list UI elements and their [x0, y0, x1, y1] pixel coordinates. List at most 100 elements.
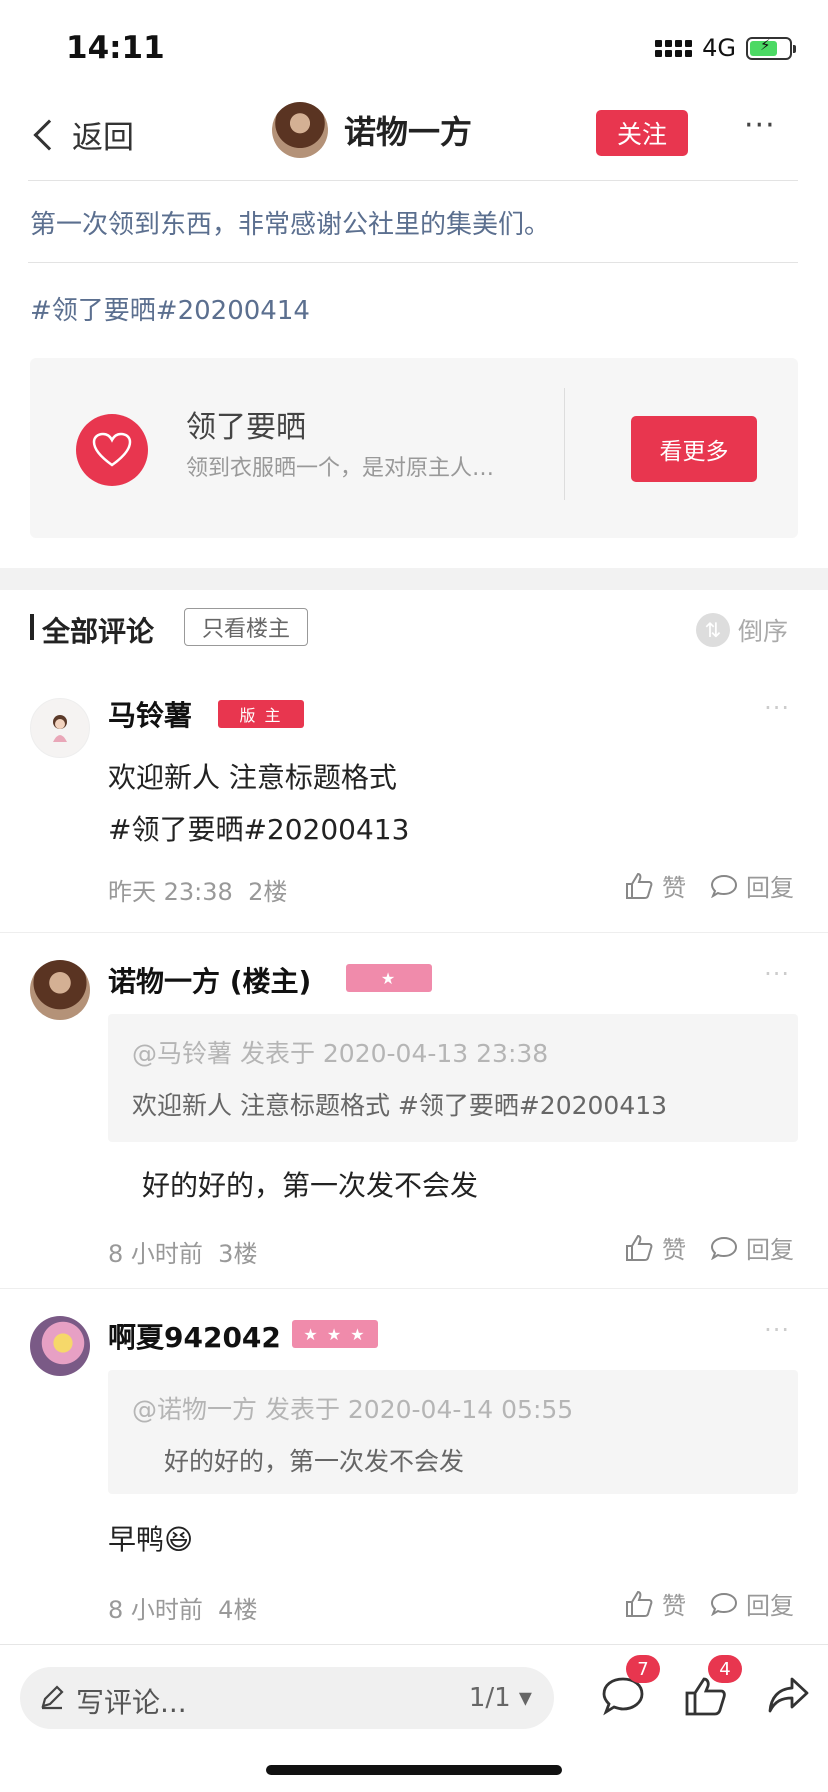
chevron-left-icon [33, 118, 65, 151]
avatar[interactable] [30, 960, 90, 1020]
battery-icon: ⚡ [746, 36, 796, 60]
comment-item: 啊夏942042 ★ ★ ★ ··· @诺物一方 发表于 2020-04-14 … [0, 1312, 828, 1632]
reply-button[interactable]: 回复 [710, 1230, 794, 1265]
bottom-bar: 写评论... 1/1 ▾ 7 4 [0, 1644, 828, 1792]
write-comment-placeholder: 写评论... [76, 1686, 187, 1719]
comment-time: 8 小时前 [108, 1596, 203, 1624]
author-avatar[interactable] [272, 102, 328, 158]
comment-bubble-icon [710, 1236, 738, 1260]
comment-floor: 4楼 [218, 1596, 258, 1624]
quoted-comment[interactable]: @诺物一方 发表于 2020-04-14 05:55 好的好的，第一次发不会发 [108, 1370, 798, 1494]
quote-text: 好的好的，第一次发不会发 [164, 1447, 465, 1476]
share-button[interactable] [766, 1675, 810, 1719]
quote-meta: @诺物一方 发表于 2020-04-14 05:55 [132, 1395, 574, 1424]
thumbs-up-icon [626, 1590, 653, 1617]
status-time: 14:11 [66, 30, 165, 66]
reply-label: 回复 [746, 1236, 794, 1264]
more-options-icon[interactable]: ··· [744, 108, 776, 143]
like-button[interactable]: 赞 [624, 868, 686, 903]
quoted-comment[interactable]: @马铃薯 发表于 2020-04-13 23:38 欢迎新人 注意标题格式 #领… [108, 1014, 798, 1142]
comment-line: 欢迎新人 注意标题格式 [108, 761, 397, 794]
comment-bubble-icon [710, 874, 738, 898]
comments-button[interactable]: 7 [600, 1655, 660, 1721]
sort-button[interactable]: ⇅ 倒序 [696, 612, 788, 648]
post-tag-link[interactable]: #领了要晒#20200414 [30, 290, 310, 327]
comment-floor: 2楼 [248, 878, 288, 906]
more-options-icon[interactable]: ··· [764, 694, 790, 722]
avatar[interactable] [30, 698, 90, 758]
topic-card[interactable]: 领了要晒 领到衣服晒一个，是对原主人… 看更多 [30, 358, 798, 538]
comment-bubble-icon [710, 1592, 738, 1616]
comments-title: 全部评论 [42, 615, 155, 648]
share-icon [768, 1677, 809, 1713]
divider [28, 180, 798, 181]
comment-meta: 8 小时前 4楼 [108, 1590, 257, 1625]
back-button[interactable]: 返回 [28, 112, 134, 157]
divider [0, 1288, 828, 1289]
reply-button[interactable]: 回复 [710, 868, 794, 903]
owner-only-button[interactable]: 只看楼主 [184, 608, 308, 646]
commenter-name[interactable]: 诺物一方 (楼主) [108, 960, 311, 1000]
pen-icon [41, 1685, 64, 1710]
commenter-name[interactable]: 啊夏942042 [108, 1316, 281, 1356]
quote-text: 欢迎新人 注意标题格式 #领了要晒#20200413 [132, 1091, 668, 1120]
author-info[interactable]: 诺物一方 [272, 102, 472, 158]
comments-header: 全部评论 只看楼主 ⇅ 倒序 [0, 600, 828, 656]
divider [564, 388, 565, 500]
thumbs-up-icon [626, 1234, 653, 1261]
reply-button[interactable]: 回复 [710, 1586, 794, 1621]
like-button[interactable]: 赞 [624, 1230, 686, 1265]
like-button[interactable]: 赞 [624, 1586, 686, 1621]
comment-count-badge: 7 [626, 1655, 660, 1683]
star-badge: ★ [346, 964, 432, 992]
like-label: 赞 [662, 1236, 686, 1264]
status-bar: 14:11 4G ⚡ [0, 0, 828, 96]
like-post-button[interactable]: 4 [684, 1655, 742, 1721]
see-more-button[interactable]: 看更多 [631, 416, 757, 482]
comment-text: 早鸭😆 [108, 1523, 194, 1556]
signal-icon [655, 39, 693, 57]
comment-footer: 8 小时前 4楼 赞 回复 [108, 1586, 798, 1626]
comment-meta: 8 小时前 3楼 [108, 1234, 257, 1269]
moderator-badge: 版 主 [218, 700, 304, 728]
nav-bar: 返回 诺物一方 关注 ··· [0, 96, 828, 180]
author-name[interactable]: 诺物一方 [344, 107, 472, 153]
comment-time: 8 小时前 [108, 1240, 203, 1268]
more-options-icon[interactable]: ··· [764, 1316, 790, 1344]
topic-title: 领了要晒 [186, 410, 306, 445]
quote-meta: @马铃薯 发表于 2020-04-13 23:38 [132, 1039, 549, 1068]
comment-meta: 昨天 23:38 2楼 [108, 872, 287, 907]
comment-footer: 8 小时前 3楼 赞 回复 [108, 1230, 798, 1270]
comment-item: 诺物一方 (楼主) ★ ··· @马铃薯 发表于 2020-04-13 23:3… [0, 956, 828, 1276]
network-label: 4G [702, 34, 736, 62]
section-marker [30, 614, 34, 640]
like-label: 赞 [662, 874, 686, 902]
comment-footer: 昨天 23:38 2楼 赞 回复 [108, 868, 798, 908]
comment-text: 欢迎新人 注意标题格式 #领了要晒#20200413 [108, 752, 409, 856]
sort-label: 倒序 [738, 617, 789, 646]
status-icons: 4G ⚡ [655, 34, 796, 62]
avatar[interactable] [30, 1316, 90, 1376]
reply-label: 回复 [746, 874, 794, 902]
page-indicator[interactable]: 1/1 ▾ [469, 1683, 532, 1713]
like-count-badge: 4 [708, 1655, 742, 1683]
thumbs-up-icon [626, 872, 653, 899]
comment-line: #领了要晒#20200413 [108, 813, 410, 846]
heart-icon [76, 414, 148, 486]
comment-floor: 3楼 [218, 1240, 258, 1268]
more-options-icon[interactable]: ··· [764, 960, 790, 988]
divider [0, 932, 828, 933]
comment-text: 好的好的，第一次发不会发 [142, 1169, 479, 1202]
comment-item: 马铃薯 版 主 ··· 欢迎新人 注意标题格式 #领了要晒#20200413 昨… [0, 690, 828, 930]
like-label: 赞 [662, 1592, 686, 1620]
follow-button[interactable]: 关注 [596, 110, 688, 156]
home-indicator [266, 1765, 562, 1775]
reply-label: 回复 [746, 1592, 794, 1620]
sort-icon: ⇅ [696, 613, 730, 647]
commenter-name[interactable]: 马铃薯 [108, 694, 192, 734]
back-label: 返回 [72, 120, 134, 156]
post-text: 第一次领到东西，非常感谢公社里的集美们。 [30, 210, 551, 240]
divider [28, 262, 798, 263]
star-badge: ★ ★ ★ [292, 1320, 378, 1348]
write-comment-input[interactable]: 写评论... 1/1 ▾ [20, 1667, 554, 1729]
